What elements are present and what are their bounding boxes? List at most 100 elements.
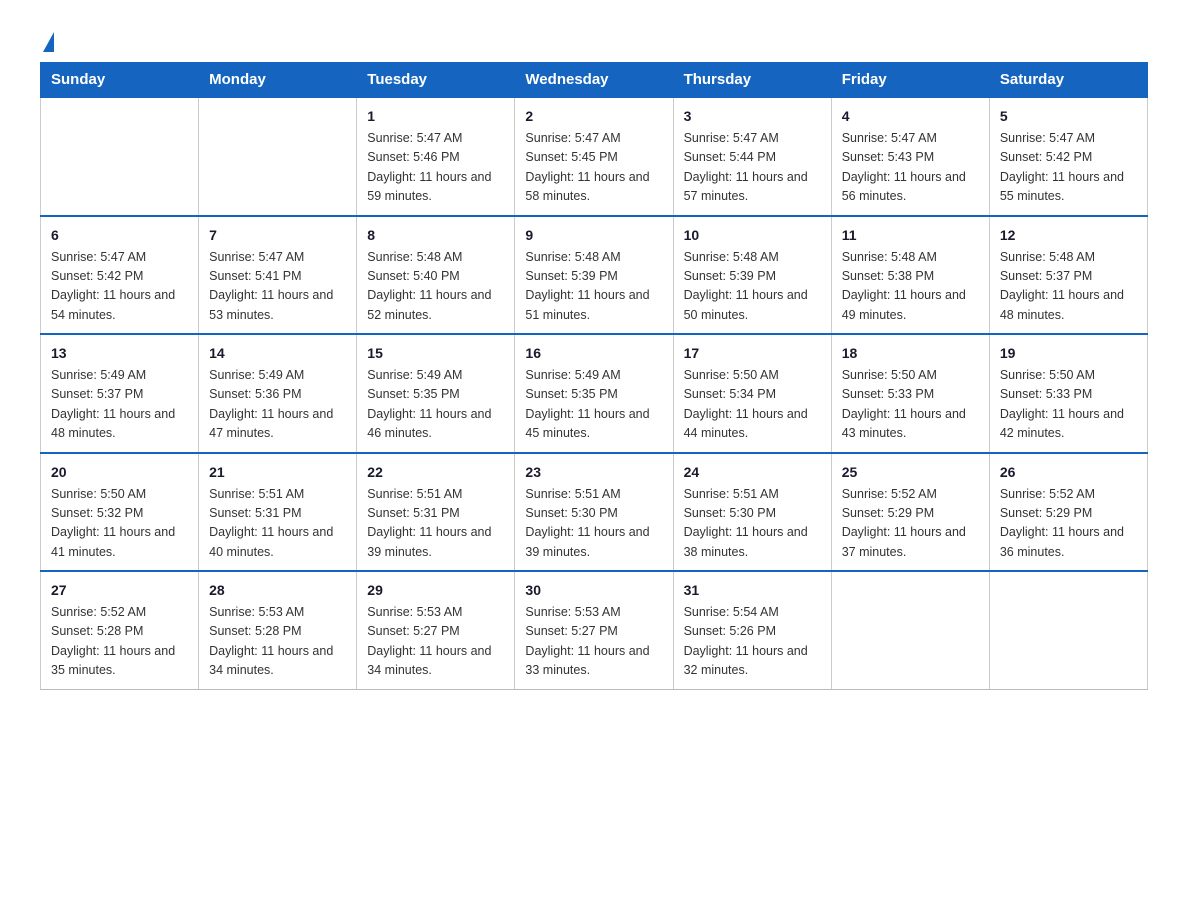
calendar-cell: 27Sunrise: 5:52 AMSunset: 5:28 PMDayligh… (41, 571, 199, 689)
calendar-cell: 9Sunrise: 5:48 AMSunset: 5:39 PMDaylight… (515, 216, 673, 335)
day-detail: Sunrise: 5:53 AMSunset: 5:28 PMDaylight:… (209, 603, 346, 681)
day-detail: Sunrise: 5:48 AMSunset: 5:37 PMDaylight:… (1000, 248, 1137, 326)
week-row-2: 6Sunrise: 5:47 AMSunset: 5:42 PMDaylight… (41, 216, 1148, 335)
day-number: 2 (525, 106, 662, 127)
day-detail: Sunrise: 5:52 AMSunset: 5:29 PMDaylight:… (1000, 485, 1137, 563)
calendar-cell: 7Sunrise: 5:47 AMSunset: 5:41 PMDaylight… (199, 216, 357, 335)
weekday-header-saturday: Saturday (989, 63, 1147, 98)
calendar-cell: 6Sunrise: 5:47 AMSunset: 5:42 PMDaylight… (41, 216, 199, 335)
calendar-cell: 29Sunrise: 5:53 AMSunset: 5:27 PMDayligh… (357, 571, 515, 689)
day-number: 17 (684, 343, 821, 364)
day-detail: Sunrise: 5:47 AMSunset: 5:42 PMDaylight:… (51, 248, 188, 326)
day-number: 20 (51, 462, 188, 483)
week-row-1: 1Sunrise: 5:47 AMSunset: 5:46 PMDaylight… (41, 97, 1148, 216)
day-number: 19 (1000, 343, 1137, 364)
calendar-cell: 28Sunrise: 5:53 AMSunset: 5:28 PMDayligh… (199, 571, 357, 689)
weekday-header-friday: Friday (831, 63, 989, 98)
calendar-cell: 11Sunrise: 5:48 AMSunset: 5:38 PMDayligh… (831, 216, 989, 335)
day-number: 13 (51, 343, 188, 364)
week-row-5: 27Sunrise: 5:52 AMSunset: 5:28 PMDayligh… (41, 571, 1148, 689)
calendar-cell (989, 571, 1147, 689)
calendar-cell: 19Sunrise: 5:50 AMSunset: 5:33 PMDayligh… (989, 334, 1147, 453)
calendar-cell: 17Sunrise: 5:50 AMSunset: 5:34 PMDayligh… (673, 334, 831, 453)
day-number: 4 (842, 106, 979, 127)
day-number: 24 (684, 462, 821, 483)
day-number: 21 (209, 462, 346, 483)
day-number: 18 (842, 343, 979, 364)
day-detail: Sunrise: 5:48 AMSunset: 5:38 PMDaylight:… (842, 248, 979, 326)
calendar-cell: 23Sunrise: 5:51 AMSunset: 5:30 PMDayligh… (515, 453, 673, 572)
day-detail: Sunrise: 5:50 AMSunset: 5:34 PMDaylight:… (684, 366, 821, 444)
day-detail: Sunrise: 5:54 AMSunset: 5:26 PMDaylight:… (684, 603, 821, 681)
calendar-cell: 12Sunrise: 5:48 AMSunset: 5:37 PMDayligh… (989, 216, 1147, 335)
calendar-cell (199, 97, 357, 216)
weekday-header-monday: Monday (199, 63, 357, 98)
day-detail: Sunrise: 5:47 AMSunset: 5:44 PMDaylight:… (684, 129, 821, 207)
day-number: 30 (525, 580, 662, 601)
day-detail: Sunrise: 5:51 AMSunset: 5:31 PMDaylight:… (367, 485, 504, 563)
calendar-cell: 25Sunrise: 5:52 AMSunset: 5:29 PMDayligh… (831, 453, 989, 572)
calendar-cell: 8Sunrise: 5:48 AMSunset: 5:40 PMDaylight… (357, 216, 515, 335)
day-number: 10 (684, 225, 821, 246)
calendar-cell: 2Sunrise: 5:47 AMSunset: 5:45 PMDaylight… (515, 97, 673, 216)
day-number: 11 (842, 225, 979, 246)
calendar-cell: 1Sunrise: 5:47 AMSunset: 5:46 PMDaylight… (357, 97, 515, 216)
day-number: 12 (1000, 225, 1137, 246)
day-number: 1 (367, 106, 504, 127)
calendar-cell (831, 571, 989, 689)
day-detail: Sunrise: 5:48 AMSunset: 5:39 PMDaylight:… (525, 248, 662, 326)
weekday-header-tuesday: Tuesday (357, 63, 515, 98)
day-detail: Sunrise: 5:47 AMSunset: 5:42 PMDaylight:… (1000, 129, 1137, 207)
day-number: 29 (367, 580, 504, 601)
calendar-cell: 10Sunrise: 5:48 AMSunset: 5:39 PMDayligh… (673, 216, 831, 335)
calendar-cell: 15Sunrise: 5:49 AMSunset: 5:35 PMDayligh… (357, 334, 515, 453)
calendar-cell: 13Sunrise: 5:49 AMSunset: 5:37 PMDayligh… (41, 334, 199, 453)
day-detail: Sunrise: 5:50 AMSunset: 5:33 PMDaylight:… (842, 366, 979, 444)
day-number: 16 (525, 343, 662, 364)
day-number: 9 (525, 225, 662, 246)
day-detail: Sunrise: 5:47 AMSunset: 5:43 PMDaylight:… (842, 129, 979, 207)
day-detail: Sunrise: 5:53 AMSunset: 5:27 PMDaylight:… (367, 603, 504, 681)
day-detail: Sunrise: 5:51 AMSunset: 5:31 PMDaylight:… (209, 485, 346, 563)
weekday-header-sunday: Sunday (41, 63, 199, 98)
day-detail: Sunrise: 5:51 AMSunset: 5:30 PMDaylight:… (684, 485, 821, 563)
calendar-header-row: SundayMondayTuesdayWednesdayThursdayFrid… (41, 63, 1148, 98)
calendar-cell: 24Sunrise: 5:51 AMSunset: 5:30 PMDayligh… (673, 453, 831, 572)
week-row-4: 20Sunrise: 5:50 AMSunset: 5:32 PMDayligh… (41, 453, 1148, 572)
day-detail: Sunrise: 5:47 AMSunset: 5:46 PMDaylight:… (367, 129, 504, 207)
calendar-table: SundayMondayTuesdayWednesdayThursdayFrid… (40, 62, 1148, 690)
day-number: 23 (525, 462, 662, 483)
day-number: 27 (51, 580, 188, 601)
calendar-cell: 26Sunrise: 5:52 AMSunset: 5:29 PMDayligh… (989, 453, 1147, 572)
day-detail: Sunrise: 5:50 AMSunset: 5:33 PMDaylight:… (1000, 366, 1137, 444)
day-number: 7 (209, 225, 346, 246)
day-number: 22 (367, 462, 504, 483)
calendar-cell: 18Sunrise: 5:50 AMSunset: 5:33 PMDayligh… (831, 334, 989, 453)
day-detail: Sunrise: 5:47 AMSunset: 5:41 PMDaylight:… (209, 248, 346, 326)
calendar-cell: 4Sunrise: 5:47 AMSunset: 5:43 PMDaylight… (831, 97, 989, 216)
logo (40, 30, 54, 52)
day-detail: Sunrise: 5:50 AMSunset: 5:32 PMDaylight:… (51, 485, 188, 563)
day-detail: Sunrise: 5:47 AMSunset: 5:45 PMDaylight:… (525, 129, 662, 207)
calendar-cell: 21Sunrise: 5:51 AMSunset: 5:31 PMDayligh… (199, 453, 357, 572)
day-number: 3 (684, 106, 821, 127)
day-detail: Sunrise: 5:53 AMSunset: 5:27 PMDaylight:… (525, 603, 662, 681)
page-header (40, 30, 1148, 52)
day-detail: Sunrise: 5:49 AMSunset: 5:35 PMDaylight:… (367, 366, 504, 444)
calendar-cell: 14Sunrise: 5:49 AMSunset: 5:36 PMDayligh… (199, 334, 357, 453)
day-detail: Sunrise: 5:49 AMSunset: 5:37 PMDaylight:… (51, 366, 188, 444)
week-row-3: 13Sunrise: 5:49 AMSunset: 5:37 PMDayligh… (41, 334, 1148, 453)
logo-triangle-icon (43, 32, 54, 52)
day-number: 6 (51, 225, 188, 246)
weekday-header-wednesday: Wednesday (515, 63, 673, 98)
day-detail: Sunrise: 5:52 AMSunset: 5:28 PMDaylight:… (51, 603, 188, 681)
weekday-header-thursday: Thursday (673, 63, 831, 98)
day-number: 8 (367, 225, 504, 246)
day-number: 25 (842, 462, 979, 483)
day-number: 28 (209, 580, 346, 601)
day-number: 15 (367, 343, 504, 364)
day-detail: Sunrise: 5:49 AMSunset: 5:36 PMDaylight:… (209, 366, 346, 444)
day-detail: Sunrise: 5:48 AMSunset: 5:39 PMDaylight:… (684, 248, 821, 326)
calendar-cell: 31Sunrise: 5:54 AMSunset: 5:26 PMDayligh… (673, 571, 831, 689)
day-number: 26 (1000, 462, 1137, 483)
